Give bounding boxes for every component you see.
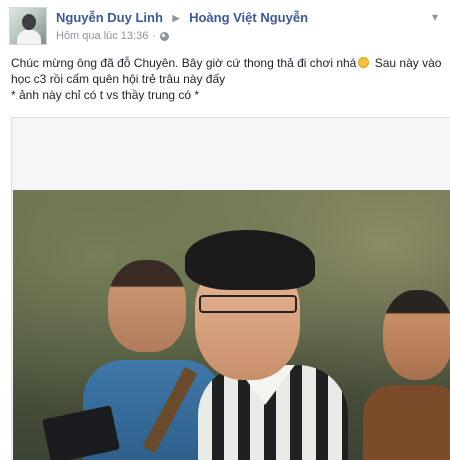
photo-person-right-body [363,385,450,460]
avatar-body [17,30,41,44]
post-photo[interactable] [13,190,450,460]
author-avatar[interactable] [9,7,47,45]
photo-person-center-hair [185,230,315,290]
post-header-names: Nguyễn Duy Linh ▶ Hoàng Việt Nguyễn [56,10,308,25]
photo-person-right-head [383,290,450,380]
chevron-down-icon[interactable]: ▾ [432,10,438,24]
facebook-post: Nguyễn Duy Linh ▶ Hoàng Việt Nguyễn Hôm … [0,0,450,460]
globe-icon[interactable] [160,31,170,41]
photo-person-left-head [108,260,186,352]
meta-separator: · [152,30,157,42]
recipient-name-link[interactable]: Hoàng Việt Nguyễn [189,10,308,25]
post-text-line1: Chúc mừng ông đã đỗ Chuyên. Bây giờ cứ t… [11,56,357,70]
avatar-head [22,14,36,30]
smile-emoji-icon [358,57,370,68]
post-text: Chúc mừng ông đã đỗ Chuyên. Bây giờ cứ t… [11,55,443,103]
post-meta: Hôm qua lúc 13:36 · [56,30,170,42]
photo-glasses [199,295,297,313]
triangle-right-icon: ▶ [172,13,180,23]
post-text-line3: * ảnh này chỉ có t vs thầy trung có * [11,88,200,102]
author-name-link[interactable]: Nguyễn Duy Linh [56,10,163,25]
post-timestamp[interactable]: Hôm qua lúc 13:36 [56,30,148,42]
